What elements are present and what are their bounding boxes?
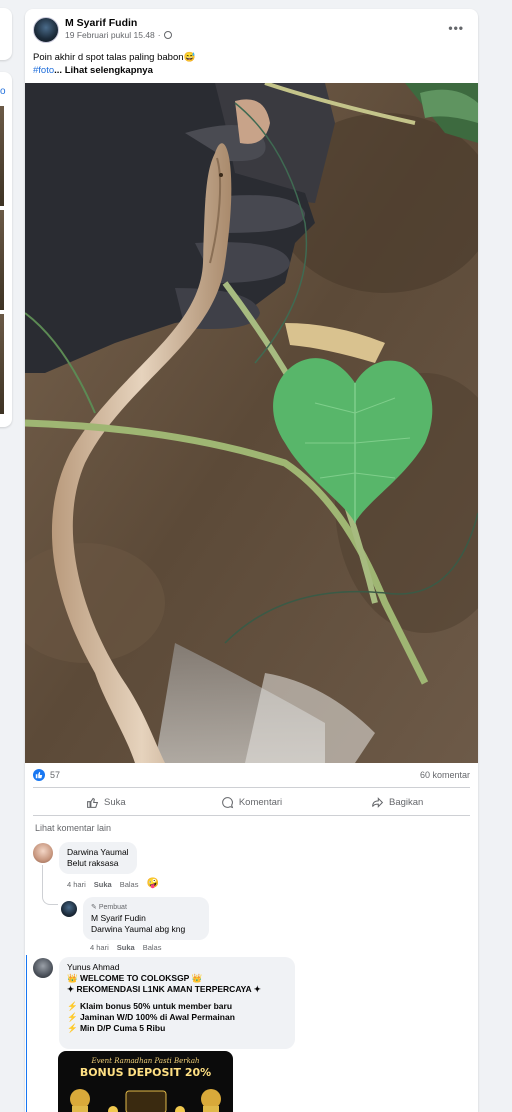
commenter-avatar[interactable] bbox=[33, 958, 53, 978]
post-author[interactable]: M Syarif Fudin bbox=[65, 17, 137, 29]
comment-line: ⚡ Jaminan W/D 100% di Awal Permainan bbox=[67, 1012, 235, 1022]
divider bbox=[33, 787, 470, 788]
commenter-name[interactable]: M Syarif Fudin bbox=[91, 913, 201, 924]
reply-thread-line bbox=[42, 865, 58, 905]
comment-text: Belut raksasa bbox=[67, 858, 119, 868]
caption-text: Poin akhir d spot talas paling babon😅 bbox=[33, 52, 196, 63]
post-photo[interactable] bbox=[25, 83, 478, 763]
commenter-name[interactable]: Yunus Ahmad bbox=[67, 962, 287, 973]
share-label: Bagikan bbox=[389, 796, 424, 808]
left-card-thumb[interactable] bbox=[0, 314, 4, 414]
see-more-link[interactable]: ... Lihat selengkapnya bbox=[54, 65, 153, 76]
author-badge: ✎ Pembuat bbox=[91, 902, 201, 913]
commenter-name[interactable]: Darwina Yaumal bbox=[67, 847, 129, 858]
comment-label: Komentari bbox=[238, 796, 283, 808]
comment-line: ⚡ Min D/P Cuma 5 Ribu bbox=[67, 1023, 166, 1033]
comment-time[interactable]: 4 hari bbox=[90, 943, 109, 952]
comment-icon bbox=[221, 796, 234, 808]
comment-reply-link[interactable]: Balas bbox=[120, 880, 139, 889]
like-button[interactable]: Suka bbox=[33, 791, 179, 813]
comment-bubble: Yunus Ahmad 👑 WELCOME TO COLOKSGP 👑 ✦ RE… bbox=[59, 957, 295, 1049]
commenter-avatar[interactable] bbox=[33, 843, 53, 863]
left-card-thumb[interactable] bbox=[0, 210, 4, 310]
comment-bubble: Darwina Yaumal Belut raksasa bbox=[59, 842, 137, 874]
comment-bubble: ✎ Pembuat M Syarif Fudin Darwina Yaumal … bbox=[83, 897, 209, 940]
like-label: Suka bbox=[104, 796, 126, 808]
banner-line-1: Event Ramadhan Pasti Berkah bbox=[91, 1057, 200, 1065]
comment-image-banner[interactable]: Event Ramadhan Pasti Berkah BONUS DEPOSI… bbox=[58, 1051, 233, 1112]
banner-line-2: BONUS DEPOSIT 20% bbox=[79, 1066, 212, 1079]
view-more-comments-link[interactable]: Lihat komentar lain bbox=[35, 823, 111, 833]
comment-like-link[interactable]: Suka bbox=[94, 880, 112, 889]
post-actions: Suka Komentari Bagikan bbox=[33, 791, 470, 813]
comment-reaction-emoji: 🤪 bbox=[146, 878, 159, 889]
left-card-top bbox=[0, 8, 12, 60]
left-card-media: o bbox=[0, 72, 12, 427]
comment-meta: 4 hari Suka Balas bbox=[90, 943, 161, 952]
thumbs-up-icon bbox=[87, 797, 99, 808]
comment-count[interactable]: 60 komentar bbox=[420, 770, 470, 780]
comment-text: Darwina Yaumal abg kng bbox=[91, 924, 186, 934]
divider bbox=[33, 815, 470, 816]
reaction-count[interactable]: 57 bbox=[50, 770, 60, 780]
comment-line: ✦ REKOMENDASI L1NK AMAN TERPERCAYA ✦ bbox=[67, 984, 261, 994]
commenter-avatar[interactable] bbox=[61, 901, 77, 917]
comment-like-link[interactable]: Suka bbox=[117, 943, 135, 952]
share-icon bbox=[372, 796, 384, 808]
post-timestamp[interactable]: 19 Februari pukul 15.48 · bbox=[65, 30, 172, 40]
hashtag-link[interactable]: #foto bbox=[33, 65, 54, 76]
comment-line: 👑 WELCOME TO COLOKSGP 👑 bbox=[67, 973, 203, 983]
post-caption: Poin akhir d spot talas paling babon😅 #f… bbox=[33, 51, 195, 77]
share-button[interactable]: Bagikan bbox=[324, 791, 470, 813]
pencil-icon: ✎ bbox=[91, 904, 97, 911]
comment-meta: 4 hari Suka Balas 🤪 bbox=[67, 878, 159, 890]
post-stats: 57 60 komentar bbox=[33, 768, 470, 784]
comment-reply-link[interactable]: Balas bbox=[143, 943, 162, 952]
globe-icon bbox=[163, 31, 172, 39]
comment-highlight-line bbox=[26, 955, 27, 1112]
left-column: o bbox=[0, 0, 14, 1112]
post-card: M Syarif Fudin 19 Februari pukul 15.48 ·… bbox=[25, 9, 478, 1112]
like-reaction-icon[interactable] bbox=[33, 769, 45, 781]
left-card-link[interactable]: o bbox=[0, 86, 6, 97]
comment-time[interactable]: 4 hari bbox=[67, 880, 86, 889]
author-avatar[interactable] bbox=[33, 17, 59, 43]
more-options-icon[interactable]: ••• bbox=[448, 21, 464, 35]
left-card-thumb[interactable] bbox=[0, 106, 4, 206]
author-badge-label: Pembuat bbox=[98, 904, 127, 911]
post-timestamp-text[interactable]: 19 Februari pukul 15.48 bbox=[65, 30, 155, 40]
comment-button[interactable]: Komentari bbox=[179, 791, 325, 813]
photo-eel-in-mud bbox=[25, 83, 478, 763]
comment-line: ⚡ Klaim bonus 50% untuk member baru bbox=[67, 1001, 233, 1011]
